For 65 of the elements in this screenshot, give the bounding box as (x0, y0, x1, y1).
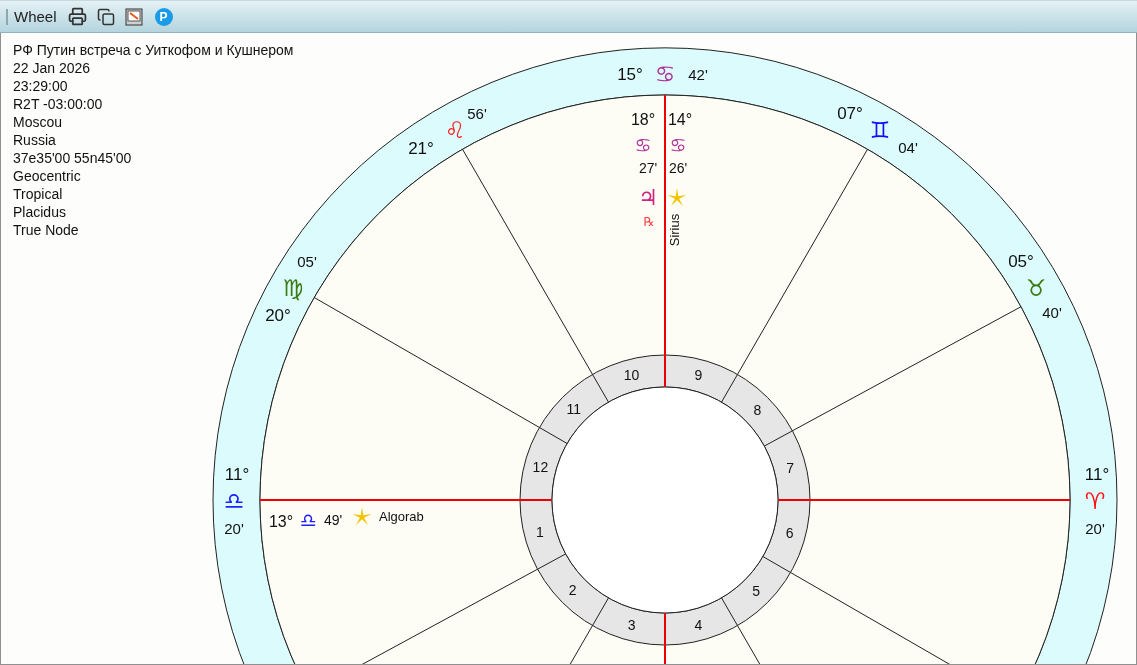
chart-info-line: 22 Jan 2026 (13, 59, 91, 77)
grip-handle[interactable] (6, 8, 8, 25)
house-number: 1 (536, 523, 544, 540)
house-number: 8 (753, 402, 762, 418)
star-name: Sirius (666, 213, 682, 247)
degree-label: 11° (1084, 464, 1110, 484)
sign-glyph: ♈ (1084, 488, 1106, 514)
house-number: 2 (568, 582, 577, 598)
house-number: 4 (694, 616, 703, 633)
sign-glyph: ♋ (634, 134, 652, 156)
minutes-label: 56' (467, 104, 487, 122)
minutes-label: 26' (668, 160, 688, 176)
minutes-label: 42' (688, 65, 708, 83)
sign-glyph: ♊ (869, 117, 891, 143)
house-number: 5 (752, 583, 761, 600)
degree-label: 07° (837, 103, 863, 123)
p-badge-button[interactable]: P (154, 7, 173, 26)
degree-label: 05° (1008, 251, 1034, 271)
house-number: 3 (627, 616, 636, 633)
degree-label: 21° (408, 138, 434, 158)
degree-label: 18° (630, 110, 656, 128)
sign-glyph: ♎ (299, 509, 317, 531)
chart-info-line: True Node (13, 221, 79, 239)
star-name: Algorab (379, 508, 424, 524)
star-icon (352, 507, 372, 526)
chart-info-line: Russia (13, 131, 56, 149)
sign-glyph: ♍ (282, 275, 304, 301)
planet-glyph: ♃ (638, 184, 658, 210)
star-icon (667, 188, 687, 207)
degree-label: 14° (667, 110, 693, 128)
sign-glyph: ♎ (223, 488, 245, 514)
chart-info-line: Placidus (13, 203, 66, 221)
house-number: 6 (785, 525, 794, 542)
minutes-label: 20' (1085, 519, 1105, 537)
degree-label: 13° (268, 512, 294, 530)
chart-info-line: R2T -03:00:00 (13, 95, 103, 113)
retrograde-mark: ℞ (643, 215, 655, 229)
chart-info-line: Geocentric (13, 167, 81, 185)
sign-glyph: ♋ (654, 61, 676, 87)
degree-label: 15° (617, 64, 643, 84)
house-number: 7 (786, 460, 794, 477)
image-button[interactable] (122, 5, 145, 28)
minutes-label: 04' (898, 138, 918, 156)
chart-info-line: Moscou (13, 113, 63, 131)
minutes-label: 05' (297, 252, 317, 270)
chart-info-line: РФ Путин встреча с Уиткофом и Кушнером (13, 41, 294, 59)
panel-title: Wheel (14, 8, 57, 25)
house-number: 11 (566, 400, 582, 417)
print-button[interactable] (66, 5, 89, 28)
chart-info-line: Tropical (13, 185, 63, 203)
sign-glyph: ♌ (444, 117, 466, 143)
house-number: 9 (694, 367, 703, 384)
degree-label: 11° (224, 464, 250, 484)
sign-glyph: ♉ (1025, 275, 1047, 301)
degree-label: 20° (265, 305, 291, 325)
minutes-label: 40' (1042, 303, 1062, 321)
chart-info-line: 37e35'00 55n45'00 (13, 149, 132, 167)
house-number: 12 (532, 458, 549, 475)
minutes-label: 27' (638, 160, 658, 176)
sign-glyph: ♋ (669, 134, 687, 156)
house-number: 10 (623, 367, 640, 384)
angle-axis-line (664, 612, 666, 664)
chart-info-line: 23:29:00 (13, 77, 68, 95)
minutes-label: 49' (323, 512, 343, 528)
minutes-label: 20' (224, 519, 244, 537)
